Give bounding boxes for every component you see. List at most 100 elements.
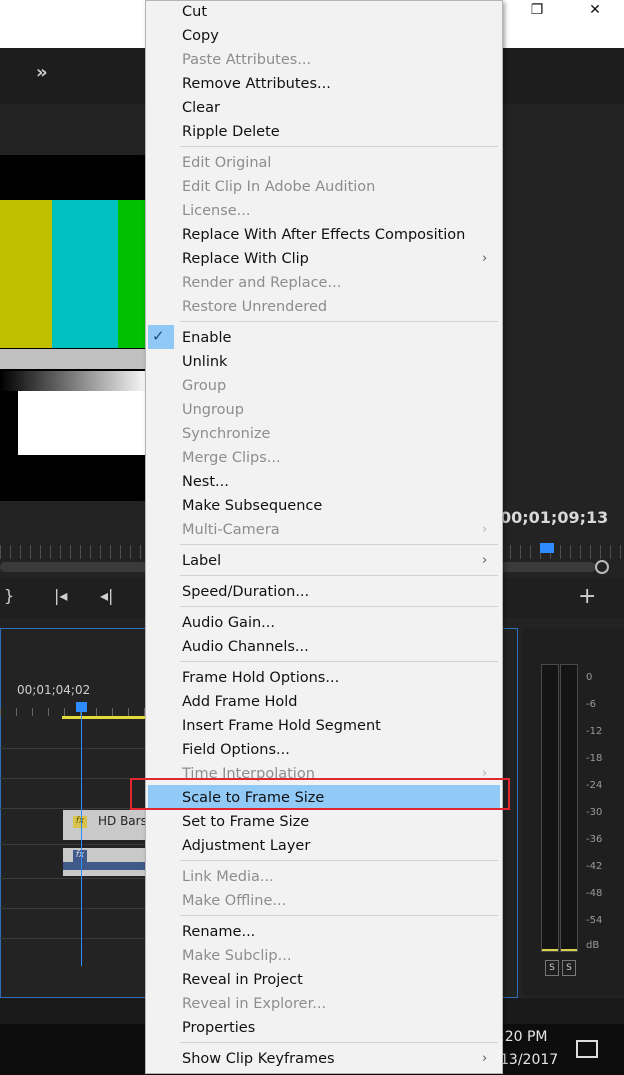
menu-item-reveal-in-explorer[interactable]: Reveal in Explorer... [182, 993, 326, 1015]
db-scale-label: -30 [586, 807, 603, 818]
audio-clip[interactable]: fx [63, 848, 153, 876]
menu-item-add-frame-hold[interactable]: Add Frame Hold [182, 691, 297, 713]
timeline-ruler-timecode: 00;01;04;02 [17, 683, 91, 697]
db-scale-label: -48 [586, 888, 603, 899]
menu-item-speed-duration[interactable]: Speed/Duration... [182, 581, 309, 603]
menu-item-remove-attributes[interactable]: Remove Attributes... [182, 73, 331, 95]
restore-window-icon[interactable]: ❐ [514, 0, 560, 22]
close-window-icon[interactable]: ✕ [572, 0, 618, 22]
add-button-icon[interactable]: + [578, 584, 596, 609]
menu-item-license[interactable]: License... [182, 200, 251, 222]
clip-name: HD Bars [98, 814, 147, 828]
color-bar-gray-strip [0, 349, 150, 369]
program-timecode: 00;01;09;13 [500, 508, 609, 527]
db-scale-label: -36 [586, 834, 603, 845]
timeline-playhead-line [81, 702, 82, 966]
menu-item-nest[interactable]: Nest... [182, 471, 229, 493]
more-workspaces-icon[interactable]: » [36, 62, 48, 83]
menu-item-make-subclip[interactable]: Make Subclip... [182, 945, 291, 967]
submenu-arrow-icon: › [482, 522, 488, 537]
color-bar-yellow [0, 200, 52, 348]
work-area-bar[interactable] [62, 716, 152, 719]
clip-context-menu: ✓ Cut Copy Paste Attributes... Remove At… [145, 0, 503, 1074]
menu-item-reveal-in-project[interactable]: Reveal in Project [182, 969, 303, 991]
menu-item-multi-camera[interactable]: Multi-Camera [182, 519, 280, 541]
video-clip-hd-bars[interactable]: fx HD Bars [63, 810, 153, 840]
monitor-playhead-icon[interactable] [540, 543, 554, 553]
menu-item-ungroup[interactable]: Ungroup [182, 399, 244, 421]
menu-item-adjustment-layer[interactable]: Adjustment Layer [182, 835, 310, 857]
menu-item-frame-hold-options[interactable]: Frame Hold Options... [182, 667, 339, 689]
step-back-icon[interactable]: ◂| [100, 586, 113, 605]
menu-item-make-subsequence[interactable]: Make Subsequence [182, 495, 322, 517]
menu-item-make-offline[interactable]: Make Offline... [182, 890, 286, 912]
annotation-highlight-box [130, 778, 510, 810]
menu-item-ripple-delete[interactable]: Ripple Delete [182, 121, 280, 143]
menu-item-field-options[interactable]: Field Options... [182, 739, 290, 761]
menu-item-paste-attributes[interactable]: Paste Attributes... [182, 49, 311, 71]
menu-item-group[interactable]: Group [182, 375, 226, 397]
menu-separator [180, 146, 498, 147]
color-bar-cyan [52, 200, 118, 348]
solo-left-button[interactable]: S [545, 960, 559, 976]
menu-item-audio-channels[interactable]: Audio Channels... [182, 636, 309, 658]
timeline-ruler[interactable] [0, 708, 150, 716]
menu-item-edit-in-audition[interactable]: Edit Clip In Adobe Audition [182, 176, 375, 198]
notification-center-icon[interactable] [576, 1040, 598, 1058]
menu-item-set-to-frame-size[interactable]: Set to Frame Size [182, 811, 309, 833]
submenu-arrow-icon: › [482, 553, 488, 568]
track-divider [0, 878, 150, 879]
menu-item-rename[interactable]: Rename... [182, 921, 255, 943]
menu-item-replace-with-clip[interactable]: Replace With Clip [182, 248, 309, 270]
taskbar-time[interactable]: :20 PM [500, 1029, 548, 1045]
audio-meter-right [560, 664, 578, 952]
menu-separator [180, 544, 498, 545]
submenu-arrow-icon: › [482, 251, 488, 266]
menu-separator [180, 915, 498, 916]
menu-item-synchronize[interactable]: Synchronize [182, 423, 270, 445]
timeline-playhead-icon[interactable] [76, 702, 87, 712]
menu-item-properties[interactable]: Properties [182, 1017, 255, 1039]
menu-separator [180, 1042, 498, 1043]
db-unit-label: dB [586, 940, 600, 951]
track-divider [0, 748, 150, 749]
scrollbar-handle-icon[interactable] [595, 560, 609, 574]
track-divider [0, 908, 150, 909]
fx-badge-icon: fx [73, 816, 87, 828]
menu-separator [180, 606, 498, 607]
menu-item-restore-unrendered[interactable]: Restore Unrendered [182, 296, 327, 318]
menu-item-unlink[interactable]: Unlink [182, 351, 227, 373]
menu-item-clear[interactable]: Clear [182, 97, 220, 119]
audio-meter-left [541, 664, 559, 952]
track-divider [0, 844, 150, 845]
track-divider [0, 778, 150, 779]
taskbar-date[interactable]: 13/2017 [500, 1052, 558, 1068]
menu-item-edit-original[interactable]: Edit Original [182, 152, 271, 174]
db-scale-label: 0 [586, 672, 593, 683]
solo-right-button[interactable]: S [562, 960, 576, 976]
menu-item-replace-with-ae[interactable]: Replace With After Effects Composition [182, 224, 465, 246]
db-scale-label: -24 [586, 780, 603, 791]
menu-item-label[interactable]: Label [182, 550, 221, 572]
menu-separator [180, 321, 498, 322]
menu-item-merge-clips[interactable]: Merge Clips... [182, 447, 281, 469]
menu-separator [180, 575, 498, 576]
menu-item-cut[interactable]: Cut [182, 1, 207, 23]
db-scale-label: -54 [586, 915, 603, 926]
fx-badge-icon: fx [73, 850, 87, 862]
track-divider [0, 938, 150, 939]
menu-item-link-media[interactable]: Link Media... [182, 866, 274, 888]
menu-item-insert-frame-hold-segment[interactable]: Insert Frame Hold Segment [182, 715, 381, 737]
menu-item-audio-gain[interactable]: Audio Gain... [182, 612, 275, 634]
go-to-in-icon[interactable]: |◂ [54, 586, 67, 605]
menu-item-enable[interactable]: Enable [182, 327, 231, 349]
menu-item-render-and-replace[interactable]: Render and Replace... [182, 272, 341, 294]
track-divider [0, 808, 150, 809]
db-scale-label: -42 [586, 861, 603, 872]
menu-separator [180, 860, 498, 861]
mark-out-icon[interactable]: } [4, 586, 14, 605]
menu-item-show-clip-keyframes[interactable]: Show Clip Keyframes [182, 1048, 335, 1070]
menu-separator [180, 661, 498, 662]
menu-item-copy[interactable]: Copy [182, 25, 219, 47]
color-bar-gradient [0, 371, 150, 391]
